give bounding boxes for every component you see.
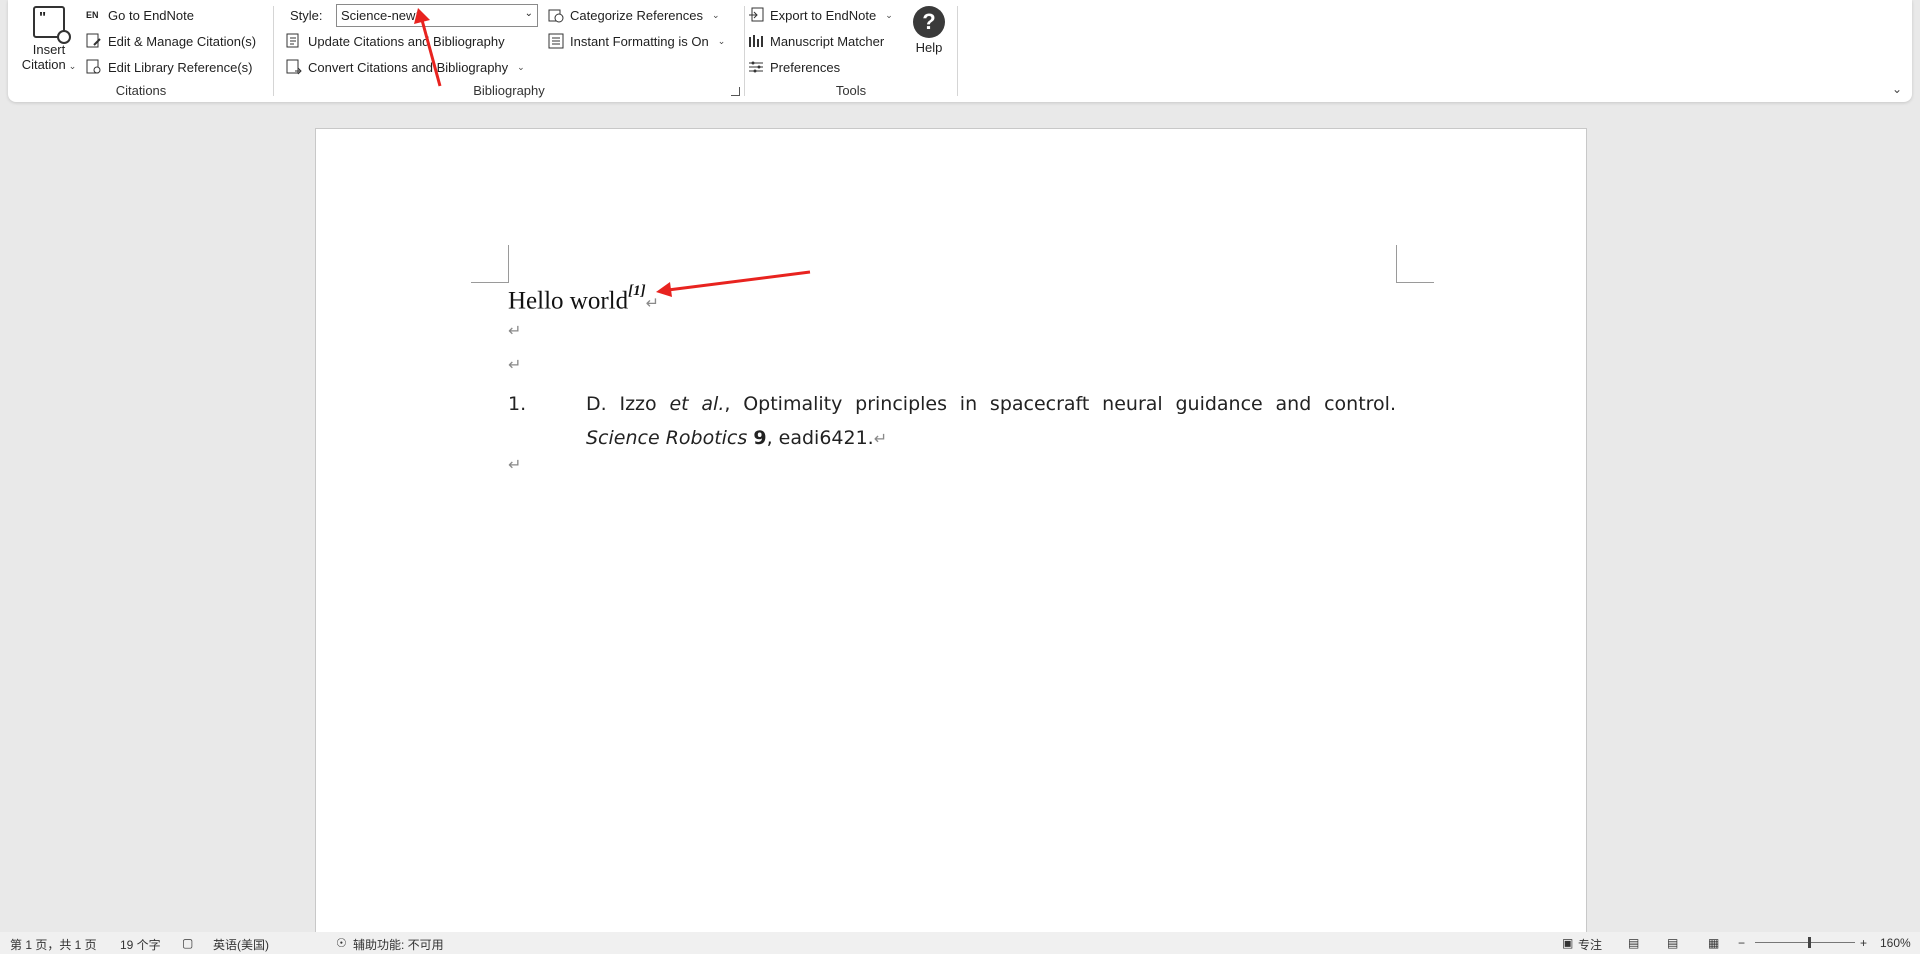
insert-citation-button[interactable]: " Insert Citation ⌄ (18, 4, 80, 74)
language-status[interactable]: 英语(美国) (213, 936, 269, 953)
empty-paragraph[interactable]: ↵ (508, 321, 521, 340)
paragraph-mark-icon: ↵ (508, 355, 522, 374)
update-citations-button[interactable]: Update Citations and Bibliography (286, 30, 505, 52)
style-label: Style: (290, 8, 323, 23)
print-layout-icon[interactable]: ▤ (1667, 936, 1678, 950)
edit-library-label: Edit Library Reference(s) (108, 59, 253, 75)
export-to-endnote-button[interactable]: Export to EndNote ⌄ (748, 4, 893, 26)
categorize-icon (548, 9, 564, 23)
instant-formatting-button[interactable]: Instant Formatting is On ⌄ (548, 30, 725, 52)
manuscript-matcher-icon (749, 35, 763, 47)
instant-formatting-label: Instant Formatting is On (570, 33, 709, 49)
edit-library-icon (86, 59, 101, 74)
reference-volume: 9 (753, 427, 767, 449)
help-button[interactable]: ? Help (912, 6, 946, 55)
preferences-label: Preferences (770, 59, 841, 75)
update-bibliography-icon (286, 33, 299, 48)
zoom-slider-thumb[interactable] (1808, 937, 1811, 948)
categorize-label: Categorize References (570, 7, 703, 23)
insert-citation-label-2: Citation (21, 57, 66, 72)
paragraph-mark-icon: ↵ (508, 321, 522, 340)
chevron-down-icon: ⌄ (711, 9, 720, 20)
categorize-references-button[interactable]: Categorize References ⌄ (548, 4, 720, 26)
bibliography-dialog-launcher-icon[interactable] (731, 87, 740, 96)
citations-group: " Insert Citation ⌄ EN Go to EndNote Edit… (8, 0, 274, 100)
group-divider (957, 6, 958, 96)
page-count[interactable]: 第 1 页，共 1 页 (10, 936, 97, 953)
empty-paragraph[interactable]: ↵ (508, 455, 521, 474)
edit-manage-citations-button[interactable]: Edit & Manage Citation(s) (86, 30, 256, 52)
accessibility-icon: ☉ (336, 936, 347, 950)
paragraph-mark-icon: ↵ (873, 429, 888, 448)
convert-citations-button[interactable]: Convert Citations and Bibliography ⌄ (286, 56, 525, 78)
zoom-out-button[interactable]: − (1738, 936, 1745, 950)
edit-manage-label: Edit & Manage Citation(s) (108, 33, 257, 49)
style-select[interactable]: Science-new1 ⌄ (336, 4, 538, 27)
read-mode-icon[interactable]: ▤ (1628, 936, 1639, 950)
zoom-level[interactable]: 160% (1880, 936, 1911, 950)
reference-pages: , eadi6421. (766, 427, 874, 449)
hello-world-paragraph[interactable]: Hello world[1]↵ (508, 283, 660, 315)
manuscript-matcher-button[interactable]: Manuscript Matcher (748, 30, 884, 52)
document-page[interactable]: Hello world[1]↵ ↵ ↵ 1. D. Izzo et al., O… (315, 128, 1587, 934)
chevron-down-icon: ⌄ (717, 35, 726, 46)
update-citations-label: Update Citations and Bibliography (308, 33, 505, 49)
word-count[interactable]: 19 个字 (120, 936, 161, 953)
zoom-in-button[interactable]: + (1860, 936, 1867, 950)
citations-group-label: Citations (115, 83, 167, 98)
reference-number: 1. (508, 393, 527, 415)
go-to-endnote-label: Go to EndNote (108, 7, 194, 23)
ribbon: " Insert Citation ⌄ EN Go to EndNote Edit… (8, 0, 1912, 102)
margin-corner-mark (471, 245, 509, 283)
focus-icon[interactable]: ▣ (1562, 936, 1573, 950)
zoom-slider[interactable] (1755, 942, 1855, 943)
chevron-down-icon: ⌄ (524, 8, 533, 19)
collapse-ribbon-icon[interactable]: ⌄ (1892, 82, 1902, 96)
reference-text: D. Izzo et al., Optimality principles in… (586, 387, 1396, 456)
help-icon: ? (913, 6, 945, 38)
reference-journal: Science Robotics (586, 427, 748, 449)
export-icon (749, 7, 764, 22)
citation-mark[interactable]: [1] (628, 283, 646, 299)
focus-mode[interactable]: 专注 (1578, 936, 1602, 953)
endnote-icon: EN (86, 10, 99, 20)
reference-title: , Optimality principles in spacecraft ne… (724, 393, 1396, 415)
tools-group-label: Tools (835, 83, 867, 98)
insert-citation-icon: " (33, 6, 71, 44)
help-label: Help (915, 40, 943, 55)
bibliography-group-label: Bibliography (473, 83, 545, 98)
go-to-endnote-button[interactable]: EN Go to EndNote (86, 4, 194, 26)
chevron-down-icon: ⌄ (68, 61, 77, 71)
edit-library-references-button[interactable]: Edit Library Reference(s) (86, 56, 253, 78)
insert-citation-label-1: Insert (32, 42, 66, 57)
status-bar: 第 1 页，共 1 页 19 个字 ▢ 英语(美国) ☉ 辅助功能: 不可用 ▣… (0, 932, 1920, 954)
convert-bibliography-icon (286, 59, 302, 75)
preferences-icon (749, 61, 763, 73)
instant-formatting-icon (548, 33, 564, 49)
style-select-value: Science-new1 (341, 8, 423, 23)
export-label: Export to EndNote (770, 7, 877, 23)
bibliography-entry[interactable]: 1. D. Izzo et al., Optimality principles… (508, 387, 1396, 456)
paragraph-mark-icon: ↵ (508, 455, 522, 474)
convert-citations-label: Convert Citations and Bibliography (308, 59, 509, 75)
edit-citation-icon (86, 33, 101, 48)
chevron-down-icon: ⌄ (517, 61, 525, 72)
empty-paragraph[interactable]: ↵ (508, 355, 521, 374)
web-layout-icon[interactable]: ▦ (1708, 936, 1719, 950)
margin-corner-mark (1396, 245, 1434, 283)
chevron-down-icon: ⌄ (885, 9, 893, 20)
hello-text: Hello world (508, 287, 629, 315)
reference-authors: D. Izzo (586, 393, 670, 415)
preferences-button[interactable]: Preferences (748, 56, 840, 78)
reference-etal: et al. (669, 393, 725, 415)
paragraph-mark-icon: ↵ (645, 293, 660, 313)
spelling-icon[interactable]: ▢ (182, 936, 193, 950)
accessibility-status[interactable]: 辅助功能: 不可用 (353, 936, 444, 953)
manuscript-matcher-label: Manuscript Matcher (770, 33, 885, 49)
